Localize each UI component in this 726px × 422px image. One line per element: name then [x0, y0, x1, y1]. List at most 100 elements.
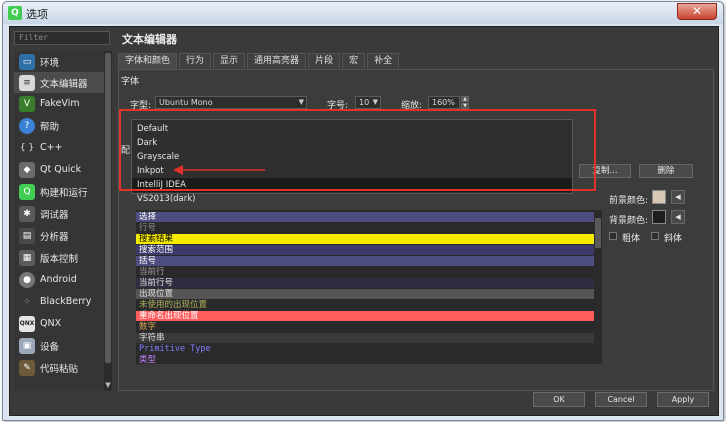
sidebar-item-blackberry[interactable]: ⁘ BlackBerry — [14, 291, 106, 312]
preview-row[interactable]: 括号 — [136, 256, 594, 266]
sidebar-item-label: 分析器 — [40, 231, 69, 243]
cancel-button[interactable]: Cancel — [595, 392, 647, 407]
device-icon: ▣ — [19, 337, 35, 354]
apply-button[interactable]: Apply — [657, 392, 709, 407]
code-paste-icon: ✎ — [19, 359, 35, 376]
fakevim-icon: V — [19, 95, 35, 112]
sidebar-item-label: 文本编辑器 — [40, 78, 88, 90]
sidebar-item-cpp[interactable]: { } C++ — [14, 137, 106, 158]
sidebar-item-environment[interactable]: ▭ 环境 — [14, 51, 106, 72]
sidebar-item-label: 帮助 — [40, 121, 60, 133]
help-icon: ? — [19, 117, 35, 134]
sidebar-item-label: 代码粘贴 — [40, 363, 79, 375]
reset-background-icon[interactable]: ◀ — [671, 210, 685, 224]
sidebar-item-devices[interactable]: ▣ 设备 — [14, 335, 106, 356]
sidebar-item-text-editor[interactable]: ≡ 文本编辑器 — [14, 72, 106, 93]
delete-scheme-button[interactable]: 删除 — [639, 164, 693, 178]
font-family-select[interactable]: Ubuntu Mono ▼ — [155, 96, 307, 109]
sidebar-item-code-paste[interactable]: ✎ 代码粘贴 — [14, 357, 106, 378]
close-button[interactable]: ✕ — [677, 3, 717, 20]
tab-fonts-colors[interactable]: 字体和颜色 — [118, 53, 178, 69]
options-dialog: Q 选项 ✕ Filter ▭ 环境 ≡ 文本编辑器 V FakeVim ? 帮… — [2, 1, 724, 421]
background-color-swatch[interactable] — [652, 210, 666, 224]
preview-row[interactable]: 选择 — [136, 212, 594, 222]
sidebar-item-label: Android — [40, 274, 77, 285]
annotation-highlight-box — [119, 109, 596, 191]
preview-row[interactable]: 当前行号 — [136, 278, 594, 288]
scrollbar-thumb[interactable] — [105, 53, 111, 363]
spin-up-icon[interactable]: ▲ — [461, 96, 469, 102]
bold-checkbox[interactable] — [609, 232, 617, 240]
cpp-braces-icon: { } — [19, 142, 35, 153]
sidebar-item-label: FakeVim — [40, 98, 80, 109]
preview-scrollbar[interactable] — [594, 210, 602, 364]
chevron-down-icon: ▼ — [372, 98, 378, 106]
sidebar-item-qnx[interactable]: QNX QNX — [14, 313, 106, 334]
sidebar-item-fakevim[interactable]: V FakeVim — [14, 93, 106, 114]
scroll-down-icon[interactable]: ▼ — [104, 381, 112, 391]
sidebar-item-debugger[interactable]: ✱ 调试器 — [14, 203, 106, 224]
tab-snippets[interactable]: 片段 — [308, 53, 341, 68]
preview-row[interactable]: 重命名出现位置 — [136, 311, 594, 321]
font-size-value: 10 — [359, 98, 370, 107]
preview-row[interactable]: 当前行 — [136, 267, 594, 277]
scrollbar-thumb[interactable] — [595, 218, 601, 248]
italic-label: 斜体 — [664, 234, 683, 244]
sidebar-item-label: C++ — [40, 142, 63, 153]
sidebar-item-version-control[interactable]: ▦ 版本控制 — [14, 247, 106, 268]
version-control-icon: ▦ — [19, 249, 35, 266]
editor-tabs: 字体和颜色 行为 显示 通用高亮器 片段 宏 补全 — [118, 53, 401, 69]
sidebar-item-label: QNX — [40, 318, 62, 329]
sidebar-item-label: BlackBerry — [40, 296, 92, 307]
preview-row[interactable]: Primitive Type — [136, 344, 594, 354]
sidebar-item-build-run[interactable]: Q 构建和运行 — [14, 181, 106, 202]
preview-header: VS2013(dark) — [137, 194, 196, 204]
page-title: 文本编辑器 — [122, 33, 177, 46]
preview-row[interactable]: 行号 — [136, 223, 594, 233]
blackberry-icon: ⁘ — [23, 296, 31, 307]
tab-behavior[interactable]: 行为 — [179, 53, 212, 68]
reset-foreground-icon[interactable]: ◀ — [671, 190, 685, 204]
bold-label: 粗体 — [622, 234, 641, 244]
chevron-down-icon: ▼ — [298, 98, 304, 106]
preview-row[interactable]: 数字 — [136, 322, 594, 332]
build-run-icon: Q — [19, 183, 35, 200]
sidebar-item-label: Qt Quick — [40, 164, 82, 175]
zoom-spinbox[interactable]: 160% — [428, 96, 460, 109]
qt-quick-icon: ◆ — [19, 161, 35, 178]
preview-row[interactable]: 未使用的出现位置 — [136, 300, 594, 310]
foreground-color-label: 前景颜色: — [609, 196, 649, 206]
sidebar-scrollbar[interactable]: ▼ — [104, 51, 112, 391]
zoom-value: 160% — [432, 98, 455, 107]
tab-macros[interactable]: 宏 — [342, 53, 366, 68]
sidebar-item-label: 设备 — [40, 341, 60, 353]
sidebar-item-qt-quick[interactable]: ◆ Qt Quick — [14, 159, 106, 180]
window-title: 选项 — [26, 8, 48, 21]
preview-row[interactable]: 类型 — [136, 355, 594, 364]
font-section-label: 字体 — [121, 77, 140, 87]
font-size-select[interactable]: 10 ▼ — [355, 96, 381, 109]
sidebar-item-help[interactable]: ? 帮助 — [14, 115, 106, 136]
preview-row[interactable]: 搜索范围 — [136, 245, 594, 255]
preview-row[interactable]: 出现位置 — [136, 289, 594, 299]
font-family-value: Ubuntu Mono — [159, 98, 213, 107]
foreground-color-swatch[interactable] — [652, 190, 666, 204]
filter-input[interactable]: Filter — [14, 31, 110, 45]
sidebar-item-label: 版本控制 — [40, 253, 79, 265]
tab-generic-highlighter[interactable]: 通用高亮器 — [247, 53, 307, 68]
annotation-arrow-icon — [173, 165, 265, 175]
sidebar-item-analyzer[interactable]: ▤ 分析器 — [14, 225, 106, 246]
category-sidebar: ▭ 环境 ≡ 文本编辑器 V FakeVim ? 帮助 { } C++ ◆ Qt… — [14, 51, 110, 391]
debugger-icon: ✱ — [19, 205, 35, 222]
tab-completion[interactable]: 补全 — [367, 53, 400, 68]
ok-button[interactable]: OK — [533, 392, 585, 407]
color-preview-list[interactable]: 选择 行号 搜索结果 搜索范围 括号 当前行 当前行号 出现位置 未使用的出现位… — [136, 210, 594, 364]
sidebar-item-label: 环境 — [40, 57, 60, 69]
preview-row[interactable]: 搜索结果 — [136, 234, 594, 244]
preview-row[interactable]: 字符串 — [136, 333, 594, 343]
sidebar-item-label: 构建和运行 — [40, 187, 88, 199]
tab-display[interactable]: 显示 — [213, 53, 246, 68]
sidebar-item-android[interactable]: ● Android — [14, 269, 106, 290]
italic-checkbox[interactable] — [651, 232, 659, 240]
background-color-label: 背景颜色: — [609, 216, 649, 226]
